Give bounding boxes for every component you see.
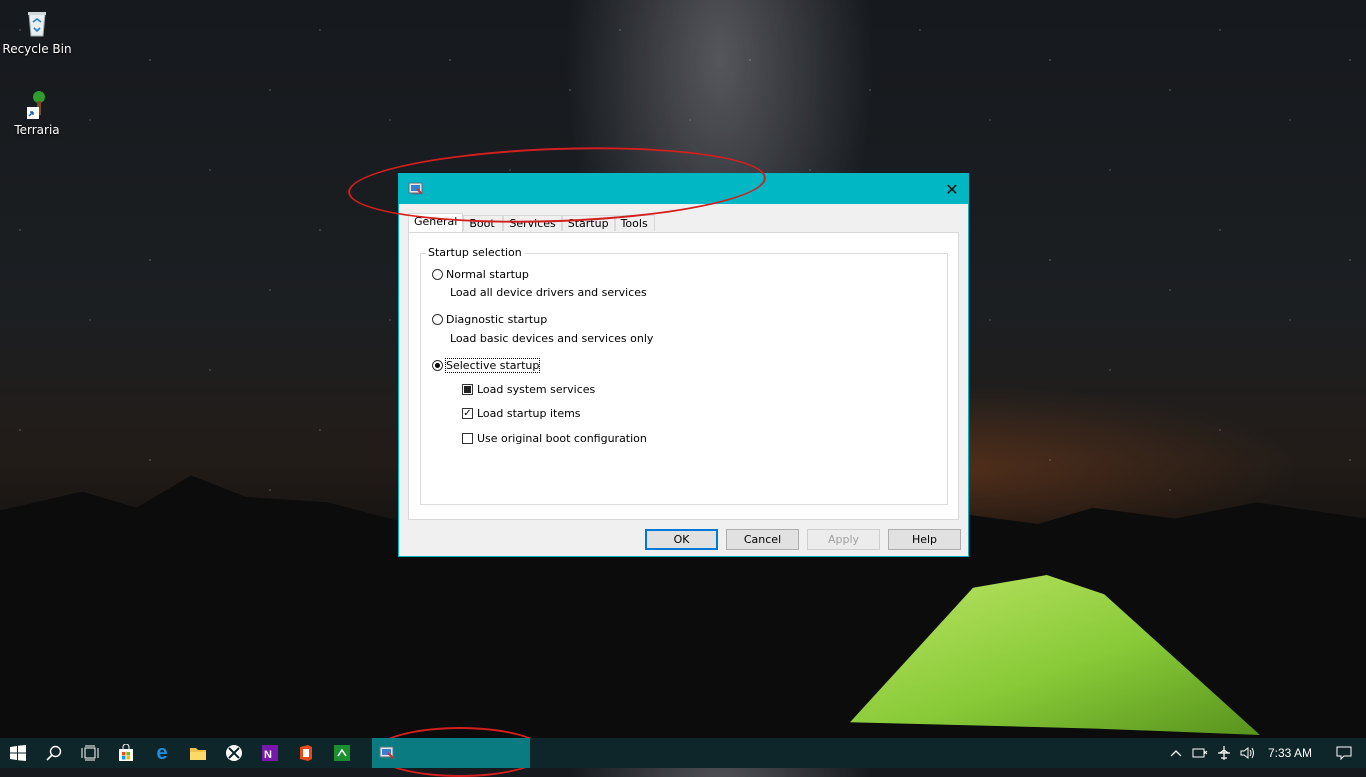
use-original-boot-config-label: Use original boot configuration	[477, 432, 647, 445]
edge-icon[interactable]: e	[144, 738, 180, 768]
desktop-icon-terraria[interactable]: Terraria	[0, 89, 74, 137]
radio-indicator	[432, 314, 443, 325]
general-tab-panel: Startup selection Normal startup Load al…	[408, 232, 959, 520]
green-app-icon[interactable]	[324, 738, 360, 768]
xbox-icon[interactable]	[216, 738, 252, 768]
volume-icon[interactable]	[1236, 738, 1260, 768]
checkbox-unchecked	[462, 433, 473, 444]
onenote-icon[interactable]: N	[252, 738, 288, 768]
airplane-mode-icon[interactable]	[1212, 738, 1236, 768]
desktop-icon-label: Recycle Bin	[2, 42, 72, 56]
desktop-icon-label: Terraria	[14, 123, 60, 137]
taskbar-clock[interactable]: 7:33 AM	[1260, 746, 1322, 760]
taskbar: e N 7:33 AM	[0, 738, 1366, 768]
action-center-icon[interactable]	[1322, 738, 1366, 768]
diagnostic-startup-radio[interactable]: Diagnostic startup	[432, 313, 547, 326]
normal-startup-description: Load all device drivers and services	[450, 286, 647, 299]
load-startup-items-label: Load startup items	[477, 407, 581, 420]
recycle-bin-icon	[21, 8, 53, 40]
taskbar-running-system-configuration[interactable]	[372, 738, 530, 768]
terraria-icon	[21, 89, 53, 121]
normal-startup-label: Normal startup	[446, 268, 529, 281]
radio-indicator	[432, 269, 443, 280]
group-label: Startup selection	[426, 246, 524, 259]
apply-button: Apply	[807, 529, 880, 550]
selective-startup-label: Selective startup	[444, 358, 541, 373]
close-icon: ✕	[945, 179, 959, 199]
radio-indicator-selected	[432, 360, 443, 371]
load-startup-items-checkbox[interactable]: ✓ Load startup items	[462, 407, 581, 420]
use-original-boot-config-checkbox[interactable]: Use original boot configuration	[462, 432, 647, 445]
help-button[interactable]: Help	[888, 529, 961, 550]
ok-button[interactable]: OK	[645, 529, 718, 550]
search-icon[interactable]	[36, 738, 72, 768]
file-explorer-icon[interactable]	[180, 738, 216, 768]
windows-start-icon[interactable]	[0, 738, 36, 768]
system-configuration-icon	[379, 745, 395, 761]
office-icon[interactable]	[288, 738, 324, 768]
cancel-button[interactable]: Cancel	[726, 529, 799, 550]
close-button[interactable]: ✕	[936, 174, 968, 204]
svg-text:N: N	[264, 749, 272, 761]
input-method-icon[interactable]	[1188, 738, 1212, 768]
chevron-up-icon[interactable]	[1164, 738, 1188, 768]
startup-selection-group: Startup selection Normal startup Load al…	[420, 246, 948, 505]
selective-startup-radio[interactable]: Selective startup	[432, 358, 541, 373]
system-configuration-dialog: ✕ General Boot Services Startup Tools St…	[398, 173, 969, 557]
system-tray: 7:33 AM	[1164, 738, 1366, 768]
store-icon[interactable]	[108, 738, 144, 768]
checkbox-indeterminate	[462, 384, 473, 395]
load-system-services-label: Load system services	[477, 383, 596, 396]
load-system-services-checkbox[interactable]: Load system services	[462, 383, 595, 396]
diagnostic-startup-label: Diagnostic startup	[446, 313, 548, 326]
checkmark-icon: ✓	[462, 407, 473, 419]
task-view-icon[interactable]	[72, 738, 108, 768]
normal-startup-radio[interactable]: Normal startup	[432, 268, 529, 281]
desktop-icon-recycle-bin[interactable]: Recycle Bin	[0, 8, 74, 56]
diagnostic-startup-description: Load basic devices and services only	[450, 332, 654, 345]
